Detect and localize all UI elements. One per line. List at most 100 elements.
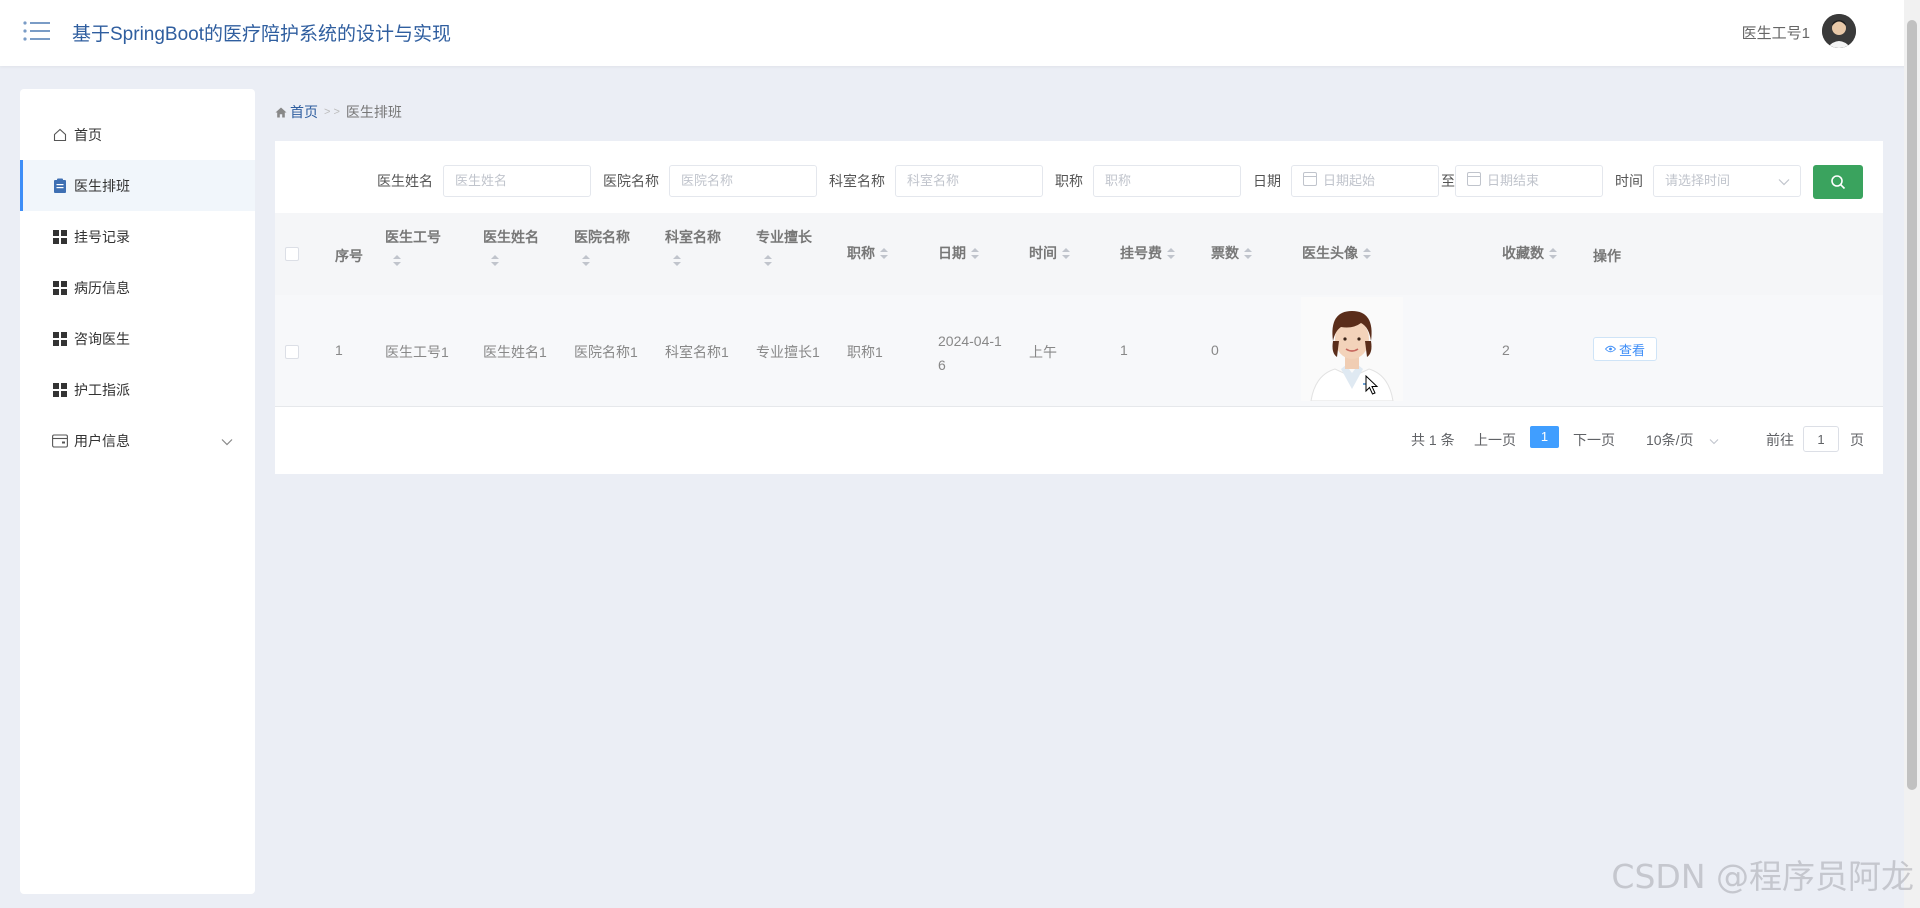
header-specialty[interactable]: 专业擅长 — [756, 227, 812, 267]
view-button[interactable]: 查看 — [1593, 337, 1657, 361]
grid-icon — [52, 229, 68, 245]
header-title[interactable]: 职称 — [847, 243, 888, 263]
cell-date-line2: 6 — [938, 357, 946, 373]
department-input[interactable]: 科室名称 — [895, 165, 1043, 197]
cell-tickets: 0 — [1211, 342, 1219, 358]
sort-icon[interactable] — [880, 248, 888, 260]
header-time-label: 时间 — [1029, 245, 1057, 261]
main-card: 医生姓名 医生姓名 医院名称 医院名称 科室名称 科室名称 职称 职称 日期 日… — [275, 141, 1883, 474]
wallet-icon — [52, 433, 68, 449]
cell-fee: 1 — [1120, 342, 1128, 358]
user-avatar[interactable] — [1822, 14, 1856, 48]
cell-doctor-no: 医生工号1 — [385, 344, 449, 360]
sort-icon[interactable] — [764, 255, 772, 267]
header-title-label: 职称 — [847, 245, 875, 261]
breadcrumb: 首页 > > 医生排班 — [275, 102, 402, 122]
header-favorites[interactable]: 收藏数 — [1502, 243, 1557, 263]
sidebar-item-label: 咨询医生 — [74, 330, 130, 347]
page-scrollbar[interactable] — [1904, 0, 1920, 908]
search-bar: 医生姓名 医生姓名 医院名称 医院名称 科室名称 科室名称 职称 职称 日期 日… — [275, 141, 1883, 213]
pagination-current-page[interactable]: 1 — [1530, 426, 1559, 448]
sort-icon[interactable] — [1062, 248, 1070, 260]
title-input[interactable]: 职称 — [1093, 165, 1241, 197]
time-label: 时间 — [1615, 173, 1643, 189]
search-icon — [1830, 174, 1846, 190]
table-header: 序号 医生工号 医生姓名 医院名称 科室名称 专业擅长 职称 日期 时间 挂号费… — [275, 213, 1883, 296]
goto-label: 前往 — [1766, 432, 1794, 448]
header-doctor-name-label: 医生姓名 — [483, 229, 539, 245]
doctor-name-input[interactable]: 医生姓名 — [443, 165, 591, 197]
search-button[interactable] — [1813, 165, 1863, 199]
cell-title: 职称1 — [847, 344, 883, 360]
sort-icon[interactable] — [673, 255, 681, 267]
header-time[interactable]: 时间 — [1029, 243, 1070, 263]
sort-icon[interactable] — [393, 255, 401, 267]
header-favorites-label: 收藏数 — [1502, 245, 1544, 261]
sort-icon[interactable] — [491, 255, 499, 267]
table-row[interactable]: 1 医生工号1 医生姓名1 医院名称1 科室名称1 专业擅长1 职称1 2024… — [275, 295, 1883, 407]
grid-icon — [52, 382, 68, 398]
sort-icon[interactable] — [1363, 248, 1371, 260]
header-doctor-no-label: 医生工号 — [385, 229, 441, 245]
calendar-icon — [1467, 172, 1481, 186]
header-hospital[interactable]: 医院名称 — [574, 227, 630, 267]
pagination-prev[interactable]: 上一页 — [1474, 430, 1516, 450]
cell-index: 1 — [335, 342, 343, 358]
breadcrumb-home[interactable]: 首页 — [275, 102, 318, 122]
header-fee-label: 挂号费 — [1120, 245, 1162, 261]
title-label: 职称 — [1055, 173, 1083, 189]
sort-icon[interactable] — [1167, 248, 1175, 260]
cell-hospital: 医院名称1 — [574, 344, 638, 360]
header-doctor-name[interactable]: 医生姓名 — [483, 227, 539, 267]
sidebar-item-doctor-schedule[interactable]: 医生排班 — [20, 160, 255, 211]
select-all-checkbox[interactable] — [285, 247, 299, 261]
sidebar-item-user-info[interactable]: 用户信息 — [20, 415, 255, 466]
header-doctor-no[interactable]: 医生工号 — [385, 227, 441, 267]
sidebar-item-consult-doctor[interactable]: 咨询医生 — [20, 313, 255, 364]
row-checkbox[interactable] — [285, 345, 299, 359]
header-tickets-label: 票数 — [1211, 245, 1239, 261]
date-start-placeholder: 日期起始 — [1323, 173, 1376, 188]
header-index: 序号 — [335, 248, 363, 264]
page-size-select[interactable]: 10条/页 — [1646, 426, 1726, 454]
sidebar-item-label: 病历信息 — [74, 279, 130, 296]
cell-specialty: 专业擅长1 — [756, 344, 820, 360]
time-select[interactable]: 请选择时间 — [1653, 165, 1801, 197]
header-tickets[interactable]: 票数 — [1211, 243, 1252, 263]
date-end-input[interactable]: 日期结束 — [1455, 165, 1603, 197]
header-date[interactable]: 日期 — [938, 243, 979, 263]
sort-icon[interactable] — [1549, 248, 1557, 260]
doctor-photo[interactable] — [1301, 297, 1403, 401]
date-label: 日期 — [1253, 173, 1281, 189]
sidebar-item-home[interactable]: 首页 — [20, 109, 255, 160]
pagination: 共 1 条 上一页 1 下一页 10条/页 前往 1 页 — [275, 426, 1883, 454]
watermark: CSDN @程序员阿龙 — [1611, 857, 1914, 896]
sort-icon[interactable] — [582, 255, 590, 267]
scrollbar-thumb[interactable] — [1907, 20, 1917, 790]
sidebar-item-caregiver-assignment[interactable]: 护工指派 — [20, 364, 255, 415]
sidebar-item-label: 用户信息 — [74, 432, 130, 449]
sidebar: 首页 医生排班 挂号记录 病历信息 咨询医生 护工指派 用户信息 — [20, 89, 255, 894]
sidebar-item-medical-records[interactable]: 病历信息 — [20, 262, 255, 313]
top-bar: 基于SpringBoot的医疗陪护系统的设计与实现 医生工号1 — [0, 0, 1920, 66]
header-fee[interactable]: 挂号费 — [1120, 243, 1175, 263]
goto-page-input[interactable]: 1 — [1803, 426, 1839, 452]
sidebar-item-registration-records[interactable]: 挂号记录 — [20, 211, 255, 262]
date-start-input[interactable]: 日期起始 — [1291, 165, 1439, 197]
sort-icon[interactable] — [1244, 248, 1252, 260]
home-icon — [52, 127, 68, 143]
header-department[interactable]: 科室名称 — [665, 227, 721, 267]
sort-icon[interactable] — [971, 248, 979, 260]
user-name[interactable]: 医生工号1 — [1742, 22, 1810, 43]
clipboard-icon — [52, 178, 68, 194]
sidebar-item-label: 护工指派 — [74, 381, 130, 398]
page-size-label: 10条/页 — [1646, 432, 1694, 448]
chevron-down-icon — [1709, 426, 1719, 454]
menu-toggle-icon[interactable] — [22, 19, 52, 43]
header-avatar[interactable]: 医生头像 — [1302, 243, 1371, 263]
pagination-next[interactable]: 下一页 — [1573, 430, 1615, 450]
hospital-input[interactable]: 医院名称 — [669, 165, 817, 197]
chevron-down-icon — [221, 433, 233, 449]
sidebar-item-label: 医生排班 — [74, 177, 130, 194]
header-hospital-label: 医院名称 — [574, 229, 630, 245]
